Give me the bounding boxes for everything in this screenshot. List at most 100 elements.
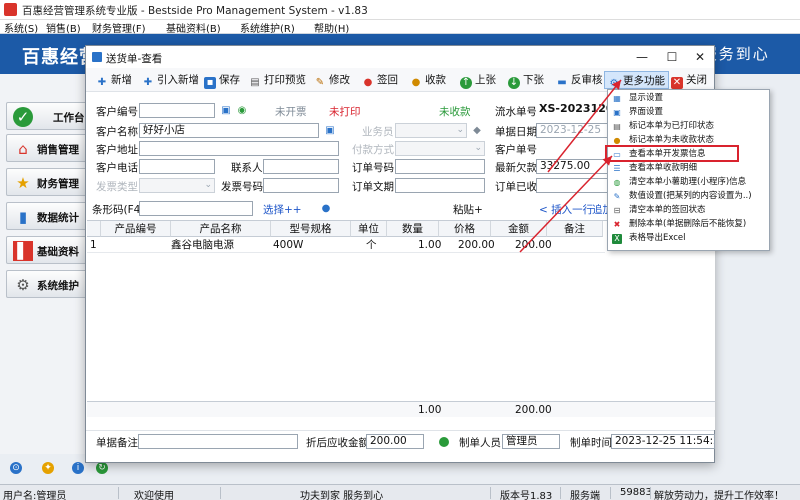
price-cell[interactable]: 200.00 xyxy=(458,238,495,252)
unaudit-button[interactable]: ▬ 反审核 xyxy=(556,71,602,89)
remark-field[interactable] xyxy=(138,434,298,449)
highlight-box xyxy=(605,145,739,162)
serial-field[interactable]: XS-20231200 xyxy=(536,102,608,117)
shipping-type-label: 发票类型 xyxy=(96,181,138,193)
more-functions-menu: ▦ 显示设置 ▣ 界面设置 ▤ 标记本单为已打印状态 ● 标记本单为未收款状态 ▭ 查看本… xyxy=(607,89,770,251)
dialog-footer: 单据备注 折后应收金额 200.00 制单人员 管理员 制单时间 2023-12… xyxy=(86,430,715,452)
paste-link[interactable]: 粘贴+ xyxy=(453,202,483,217)
table-row[interactable]: 1 鑫谷电脑电源 400W 个 1.00 200.00 200.00 xyxy=(87,237,605,253)
list-icon: ☰ xyxy=(613,164,621,173)
phone-field[interactable] xyxy=(139,159,215,174)
lookup-icon[interactable]: ▣ xyxy=(220,105,232,117)
menu-item-value-settings[interactable]: ✎ 数值设置(把某列的内容设置为..) xyxy=(608,191,769,203)
remark-label: 单据备注 xyxy=(96,437,138,449)
barcode-input[interactable] xyxy=(139,201,253,216)
grid-header[interactable]: 价格 xyxy=(439,221,491,237)
menu-item-ui-settings[interactable]: ▣ 界面设置 xyxy=(608,107,769,119)
menu-basic-data[interactable]: 基础资料(B) xyxy=(166,20,221,35)
amount-cell[interactable]: 200.00 xyxy=(515,238,552,252)
menu-sales[interactable]: 销售(B) xyxy=(46,20,81,35)
close-button[interactable]: ✕ 关闭 xyxy=(671,71,707,89)
grid-header[interactable]: 产品编号 xyxy=(101,221,171,237)
time-label: 制单时间 xyxy=(570,437,612,449)
grid-header[interactable]: 备注 xyxy=(547,221,603,237)
insert-row-link[interactable]: < 插入一行 xyxy=(539,202,593,217)
contact-label: 联系人 xyxy=(231,162,263,174)
refresh-icon[interactable]: ↻ xyxy=(96,462,108,474)
menu-maintenance[interactable]: 系统维护(R) xyxy=(240,20,295,35)
order-date-field[interactable] xyxy=(395,178,485,193)
print-preview-button[interactable]: ▤ 打印预览 xyxy=(249,71,306,89)
lookup-icon[interactable]: ▣ xyxy=(324,125,336,137)
edit-icon: ✎ xyxy=(613,192,621,201)
customer-code-label: 客户编号 xyxy=(96,106,138,118)
grid-header[interactable]: 产品名称 xyxy=(171,221,271,237)
book-icon: ▌ xyxy=(13,241,33,261)
shipping-type-select[interactable]: ⌄ xyxy=(139,178,215,193)
status-tagline: 解放劳动力，提升工作效率！ xyxy=(654,491,784,500)
nav-label: 基础资料 xyxy=(37,246,79,258)
new-button[interactable]: ✚ 新增 xyxy=(96,71,132,89)
close-window-button[interactable]: ✕ xyxy=(692,49,708,65)
spec-cell[interactable]: 400W xyxy=(273,238,303,252)
serial-label: 流水单号 xyxy=(495,106,537,118)
dot-icon: ● xyxy=(321,203,331,214)
date-field[interactable]: 2023-12-25 xyxy=(536,123,608,138)
app-menubar: 系统(S) 销售(B) 财务管理(F) 基础资料(B) 系统维护(R) 帮助(H… xyxy=(0,20,800,35)
plus-icon: ✚ xyxy=(97,77,107,88)
customer-order-label: 客户单号 xyxy=(495,144,537,156)
save-button[interactable]: ▪ 保存 xyxy=(204,71,240,89)
import-new-button[interactable]: ✚ 引入新增 xyxy=(142,71,199,89)
menu-item-payment-detail[interactable]: ☰ 查看本单收款明细 xyxy=(608,163,769,175)
menu-finance[interactable]: 财务管理(F) xyxy=(92,20,146,35)
payment-method-select[interactable]: ⌄ xyxy=(395,141,485,156)
salesman-select[interactable]: ⌄ xyxy=(395,123,467,138)
address-field[interactable] xyxy=(139,141,339,156)
nav-label: 数据统计 xyxy=(37,212,79,224)
tag-icon[interactable]: ◆ xyxy=(471,125,483,137)
select-link[interactable]: 选择++ xyxy=(263,202,302,217)
statusbar: 用户名:管理员 欢迎使用 功夫到家 服务到心 版本号1.83 服务端 59883… xyxy=(0,484,800,500)
menu-item-delete[interactable]: ✖ 删除本单(单据删除后不能恢复) xyxy=(608,219,769,231)
menu-item-clear-signback[interactable]: ⊟ 清空本单的签回状态 xyxy=(608,205,769,217)
contact-field[interactable] xyxy=(263,159,339,174)
menu-system[interactable]: 系统(S) xyxy=(4,20,38,35)
discount-label: 折后应收金额 xyxy=(306,437,369,449)
phone-label: 客户电话 xyxy=(96,162,138,174)
salesman-label: 业务员 xyxy=(362,126,394,138)
discount-field[interactable]: 200.00 xyxy=(366,434,424,449)
key-icon[interactable]: ✦ xyxy=(42,462,54,474)
prev-button[interactable]: ↑ 上张 xyxy=(460,71,496,89)
collect-button[interactable]: ● 收款 xyxy=(410,71,446,89)
grid-header[interactable]: 单位 xyxy=(351,221,387,237)
customer-code-field[interactable] xyxy=(139,103,215,118)
plus-icon: ✚ xyxy=(143,77,153,88)
grid-corner xyxy=(87,221,101,237)
more-functions-button[interactable]: ⚙ 更多功能 xyxy=(604,71,669,89)
minimize-button[interactable]: — xyxy=(634,49,650,65)
qty-cell[interactable]: 1.00 xyxy=(418,238,441,252)
unit-cell[interactable]: 个 xyxy=(366,238,377,252)
menu-item-display-settings[interactable]: ▦ 显示设置 xyxy=(608,93,769,105)
sign-back-button[interactable]: ● 签回 xyxy=(362,71,398,89)
ship-no-field[interactable] xyxy=(263,178,339,193)
menu-item-clear-assistant[interactable]: ◍ 清空本单小薯助理(小程序)信息 xyxy=(608,177,769,189)
menu-help[interactable]: 帮助(H) xyxy=(314,20,349,35)
next-button[interactable]: ↓ 下张 xyxy=(508,71,544,89)
time-field: 2023-12-25 11:54:26 xyxy=(611,434,715,449)
print-status: 未打印 xyxy=(329,106,361,118)
info-icon[interactable]: i xyxy=(72,462,84,474)
order-no-field[interactable] xyxy=(395,159,485,174)
lock-icon[interactable]: ⊙ xyxy=(10,462,22,474)
refresh-icon[interactable]: ◉ xyxy=(236,105,248,117)
grid-header[interactable]: 金额 xyxy=(491,221,547,237)
status-number: 59883 xyxy=(620,487,652,498)
grid-header[interactable]: 数量 xyxy=(387,221,439,237)
product-name-cell[interactable]: 鑫谷电脑电源 xyxy=(171,238,234,252)
menu-item-mark-printed[interactable]: ▤ 标记本单为已打印状态 xyxy=(608,121,769,133)
customer-name-field[interactable]: 好好小店 xyxy=(139,123,319,138)
menu-item-export-excel[interactable]: X 表格导出Excel xyxy=(608,233,769,245)
grid-header[interactable]: 型号规格 xyxy=(271,221,351,237)
edit-button[interactable]: ✎ 修改 xyxy=(314,71,350,89)
maximize-button[interactable]: ☐ xyxy=(664,49,680,65)
